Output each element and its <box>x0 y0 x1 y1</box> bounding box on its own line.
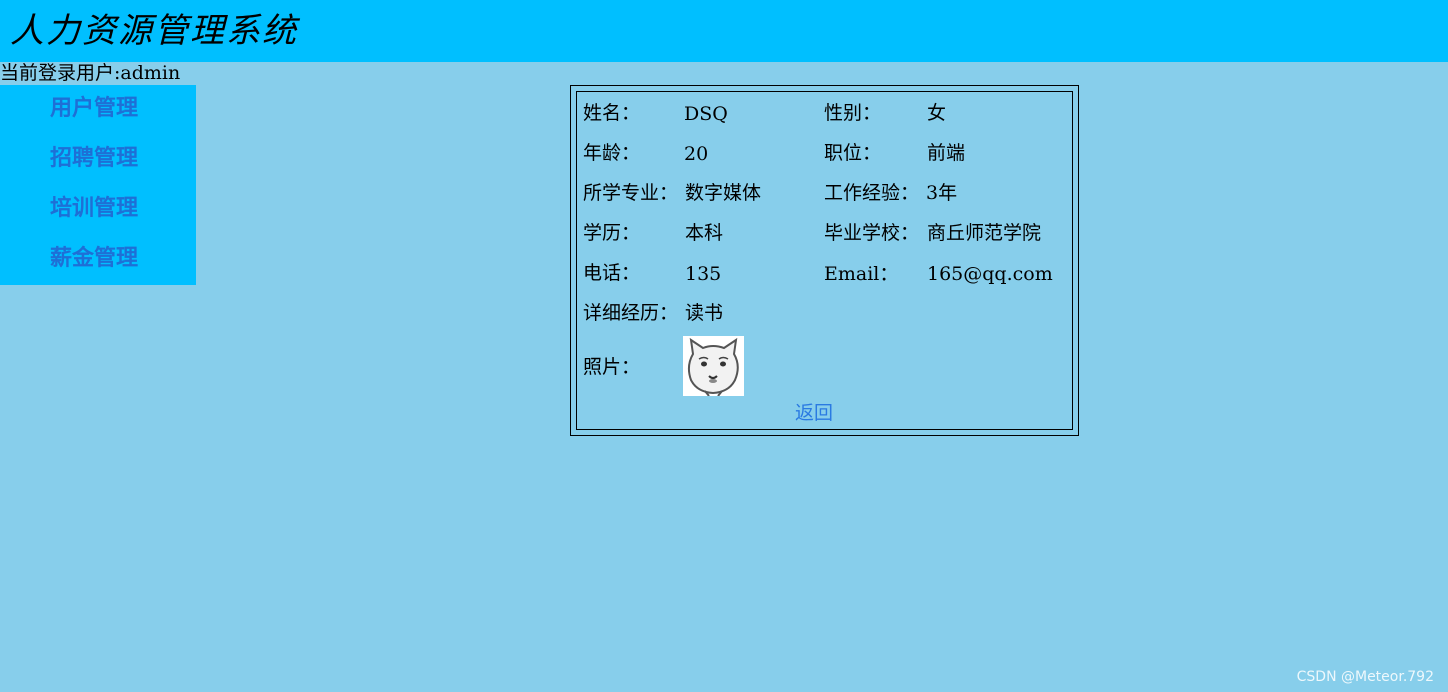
history-label: 详细经历： <box>583 302 679 324</box>
sidebar-item-recruitment-management[interactable]: 招聘管理 <box>50 144 138 172</box>
experience-label: 工作经验： <box>824 182 920 204</box>
email-value: 165@qq.com <box>927 263 1053 285</box>
employee-detail-table <box>570 85 1079 436</box>
age-value: 20 <box>684 143 709 165</box>
email-label: Email： <box>824 263 899 285</box>
sidebar-nav: 用户管理 招聘管理 培训管理 薪金管理 <box>0 85 196 285</box>
app-header: 人力资源管理系统 <box>0 0 1448 62</box>
phone-label: 电话： <box>583 262 641 284</box>
cartoon-face-icon <box>683 336 744 397</box>
current-user-label: 当前登录用户:admin <box>0 62 181 84</box>
sidebar-item-user-management[interactable]: 用户管理 <box>50 94 138 122</box>
position-value: 前端 <box>927 142 966 164</box>
sidebar-item-salary-management[interactable]: 薪金管理 <box>50 244 138 272</box>
employee-photo <box>683 336 744 397</box>
age-label: 年龄： <box>583 142 641 164</box>
experience-value: 3年 <box>926 182 958 204</box>
major-label: 所学专业： <box>583 182 679 204</box>
position-label: 职位： <box>824 142 882 164</box>
return-link[interactable]: 返回 <box>795 401 833 425</box>
photo-label: 照片： <box>583 356 641 378</box>
education-value: 本科 <box>685 222 724 244</box>
app-title: 人力资源管理系统 <box>10 11 298 51</box>
name-label: 姓名： <box>583 102 641 124</box>
name-value: DSQ <box>684 103 728 125</box>
sidebar-item-training-management[interactable]: 培训管理 <box>50 194 138 222</box>
education-label: 学历： <box>583 222 641 244</box>
gender-value: 女 <box>927 102 947 124</box>
school-label: 毕业学校： <box>824 222 920 244</box>
phone-value: 135 <box>685 263 722 285</box>
gender-label: 性别： <box>824 102 882 124</box>
school-value: 商丘师范学院 <box>927 222 1042 244</box>
history-value: 读书 <box>685 302 724 324</box>
major-value: 数字媒体 <box>685 182 762 204</box>
watermark: CSDN @Meteor.792 <box>1296 669 1434 685</box>
